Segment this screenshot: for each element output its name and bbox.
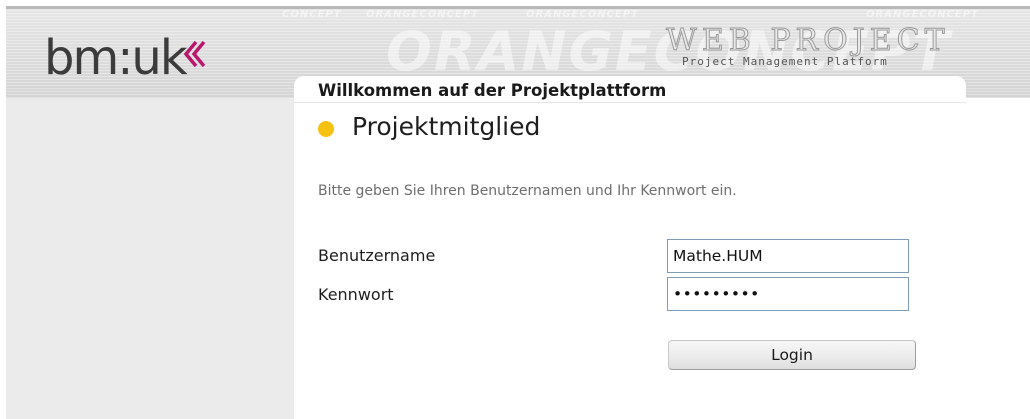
- left-sidebar: [6, 98, 294, 419]
- product-title: WEB PROJECT: [666, 23, 950, 59]
- password-input[interactable]: [667, 277, 909, 311]
- status-dot-icon: [318, 121, 334, 137]
- login-instruction: Bitte geben Sie Ihren Benutzernamen und …: [318, 183, 737, 199]
- header-watermark: ORANGECONCEPT: [526, 9, 639, 20]
- product-subtitle: Project Management Platform: [682, 55, 888, 68]
- logo-chevron-icon: [183, 40, 205, 68]
- header-watermark: ORANGECONCEPT: [366, 9, 479, 20]
- divider: [294, 102, 966, 103]
- login-page: CONCEPT ORANGECONCEPT ORANGECONCEPT ORAN…: [0, 0, 1030, 419]
- password-label: Kennwort: [318, 285, 394, 304]
- header-watermark: ORANGECONCEPT: [866, 9, 979, 20]
- role-title: Projektmitglied: [352, 112, 541, 141]
- username-input[interactable]: [667, 239, 909, 273]
- logo-text: bm:uk: [44, 30, 188, 86]
- welcome-heading: Willkommen auf der Projektplattform: [318, 81, 667, 100]
- login-button[interactable]: Login: [668, 340, 916, 370]
- bmuk-logo: bm:uk: [44, 28, 188, 88]
- username-label: Benutzername: [318, 246, 436, 265]
- header-watermark: CONCEPT: [282, 9, 342, 20]
